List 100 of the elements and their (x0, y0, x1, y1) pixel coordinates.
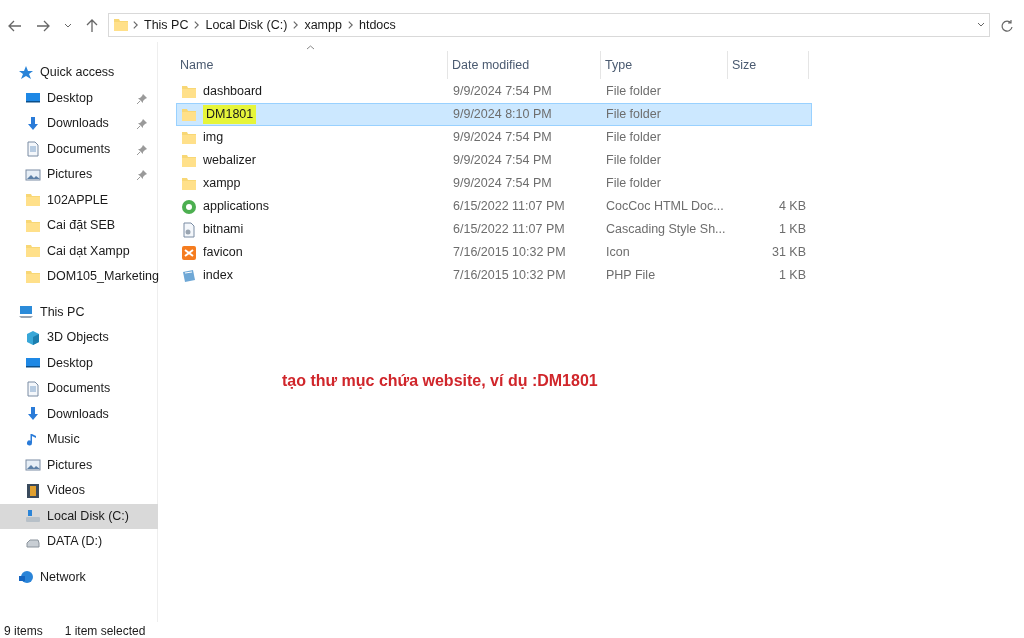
column-header[interactable]: Date modified (448, 51, 601, 79)
chevron-right-icon (133, 21, 138, 29)
folder-icon (25, 268, 41, 285)
file-name: xampp (203, 175, 241, 193)
date-cell-text: 9/9/2024 7:54 PM (452, 175, 553, 193)
refresh-icon (1000, 19, 1014, 34)
picture-icon (25, 166, 41, 183)
date-cell-text: 7/16/2015 10:32 PM (452, 267, 567, 285)
sidebar-item[interactable]: 3D Objects (0, 325, 158, 351)
folder-icon (181, 83, 197, 100)
file-row[interactable]: applications 6/15/2022 11:07 PM CocCoc HTML Doc... 4 KB (176, 195, 812, 218)
chevron-right-icon (293, 21, 299, 29)
sidebar-item[interactable]: DATA (D:) (0, 529, 158, 555)
sidebar-item[interactable]: This PC (0, 299, 158, 325)
date-cell-text: 7/16/2015 10:32 PM (452, 244, 567, 262)
type-cell-text: File folder (605, 83, 662, 101)
file-name: webalizer (203, 152, 256, 170)
date-cell-text: 9/9/2024 8:10 PM (452, 106, 553, 124)
film-icon (25, 482, 41, 499)
sidebar-item[interactable]: DOM105_Marketing (0, 264, 158, 290)
file-name: index (203, 267, 233, 285)
size-cell-text: 1 KB (777, 267, 807, 285)
date-cell-text: 6/15/2022 11:07 PM (452, 198, 566, 216)
sidebar-item[interactable]: Desktop (0, 350, 158, 376)
folder-icon (181, 175, 197, 192)
date-cell-text: 9/9/2024 7:54 PM (452, 129, 553, 147)
picture-icon (25, 457, 41, 474)
column-header[interactable]: Size (728, 51, 809, 79)
file-name: img (203, 129, 224, 147)
sidebar-item[interactable]: Videos (0, 478, 158, 504)
chevron-down-icon (64, 23, 72, 30)
type-cell-text: PHP File (605, 267, 657, 285)
breadcrumb[interactable]: htdocs (356, 15, 398, 35)
type-cell-text: File folder (605, 152, 662, 170)
type-cell-text: File folder (605, 129, 662, 147)
down-arrow-icon (25, 115, 41, 132)
status-text: 9 items (4, 623, 43, 638)
file-row[interactable]: bitnami 6/15/2022 11:07 PM Cascading Style Sh... 1 KB (176, 218, 812, 241)
cube-icon (25, 329, 41, 346)
date-cell-text: 6/15/2022 11:07 PM (452, 221, 566, 239)
document-icon (181, 221, 197, 238)
file-row[interactable]: index 7/16/2015 10:32 PM PHP File 1 KB (176, 264, 812, 287)
file-name: favicon (203, 244, 243, 262)
sidebar-item[interactable]: Desktop (0, 85, 158, 111)
folder-icon (25, 243, 41, 260)
type-cell-text: Cascading Style Sh... (605, 221, 727, 239)
breadcrumb[interactable]: Local Disk (C:) (203, 15, 290, 35)
date-cell-text: 9/9/2024 7:54 PM (452, 152, 553, 170)
folder-icon (25, 192, 41, 209)
type-cell-text: CocCoc HTML Doc... (605, 198, 725, 216)
file-row[interactable]: dashboard 9/9/2024 7:54 PM File folder (176, 80, 812, 103)
sidebar-item[interactable]: Downloads (0, 111, 158, 137)
sidebar-item[interactable]: Documents (0, 376, 158, 402)
type-cell-text: File folder (605, 175, 662, 193)
file-row[interactable]: webalizer 9/9/2024 7:54 PM File folder (176, 149, 812, 172)
folder-icon (25, 217, 41, 234)
file-row[interactable]: DM1801 9/9/2024 8:10 PM File folder (176, 103, 812, 126)
size-cell-text: 1 KB (777, 221, 807, 239)
sidebar-item[interactable]: Pictures (0, 452, 158, 478)
file-row[interactable]: favicon 7/16/2015 10:32 PM Icon 31 KB (176, 241, 812, 264)
sidebar-item[interactable]: Cai dạt Xampp (0, 238, 158, 264)
folder-icon (113, 17, 129, 33)
column-header[interactable]: Type (601, 51, 728, 79)
sidebar-item[interactable]: Network (0, 564, 158, 590)
column-header[interactable]: Name (176, 51, 448, 79)
sidebar-item[interactable]: Cai đặt SEB (0, 213, 158, 239)
sidebar-item[interactable]: 102APPLE (0, 187, 158, 213)
star-icon (18, 64, 34, 81)
folder-icon (181, 152, 197, 169)
chevron-right-icon (347, 21, 353, 29)
network-icon (18, 569, 34, 586)
size-cell-text: 4 KB (777, 198, 807, 216)
date-cell-text: 9/9/2024 7:54 PM (452, 83, 553, 101)
file-name: DM1801 (203, 105, 257, 124)
chevron-right-icon (194, 21, 200, 29)
breadcrumb[interactable]: This PC (142, 15, 191, 35)
file-row[interactable]: img 9/9/2024 7:54 PM File folder (176, 126, 812, 149)
sidebar-item[interactable]: Pictures (0, 162, 158, 188)
size-cell-text: 31 KB (770, 244, 807, 262)
annotation-text: tạo thư mục chứa website, ví dụ :DM1801 (282, 371, 599, 391)
circle-icon (181, 198, 197, 215)
sidebar-item[interactable]: Quick access (0, 60, 158, 86)
address-bar[interactable]: This PC Local Disk (C:) xampp htdocs (108, 13, 990, 37)
document-icon (25, 380, 41, 397)
up-arrow-icon (86, 19, 98, 34)
square-icon (181, 244, 197, 261)
breadcrumb[interactable]: xampp (302, 15, 344, 35)
sidebar-item[interactable]: Local Disk (C:) (0, 503, 158, 529)
folder-icon (181, 129, 197, 146)
file-icon (181, 267, 197, 284)
sidebar-item[interactable]: Music (0, 427, 158, 453)
sidebar-item[interactable]: Documents (0, 136, 158, 162)
computer-icon (18, 304, 34, 321)
document-icon (25, 141, 41, 158)
file-name: bitnami (203, 221, 244, 239)
sidebar-item[interactable]: Downloads (0, 401, 158, 427)
type-cell-text: File folder (605, 106, 662, 124)
type-cell-text: Icon (605, 244, 631, 262)
file-row[interactable]: xampp 9/9/2024 7:54 PM File folder (176, 172, 812, 195)
folder-icon (181, 106, 197, 123)
